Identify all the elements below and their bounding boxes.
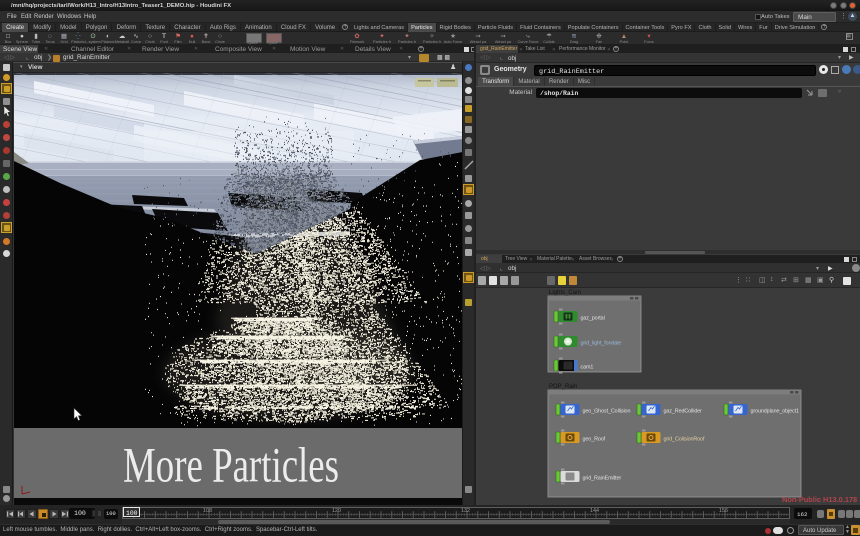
svg-text:gaz_portal: gaz_portal [581, 315, 605, 321]
svg-text:grid_light_fondale: grid_light_fondale [581, 340, 622, 346]
svg-text:geo_Ghost_Collision: geo_Ghost_Collision [583, 408, 631, 414]
svg-text:Lights_Cam: Lights_Cam [549, 290, 581, 296]
svg-text:gaz_RedCollider: gaz_RedCollider [664, 408, 703, 414]
svg-text:More Particles: More Particles [123, 437, 339, 493]
svg-text:Non-Public H13.0.178: Non-Public H13.0.178 [782, 495, 857, 504]
svg-text:cam1: cam1 [581, 364, 594, 370]
svg-text:POP_Rain: POP_Rain [549, 384, 577, 390]
svg-text:grid_ColisionRoof: grid_ColisionRoof [664, 436, 705, 442]
svg-text:groundplane_object1: groundplane_object1 [751, 408, 800, 414]
svg-text:grid_RainEmitter: grid_RainEmitter [583, 475, 622, 481]
svg-text:geo_Roof: geo_Roof [583, 436, 606, 442]
